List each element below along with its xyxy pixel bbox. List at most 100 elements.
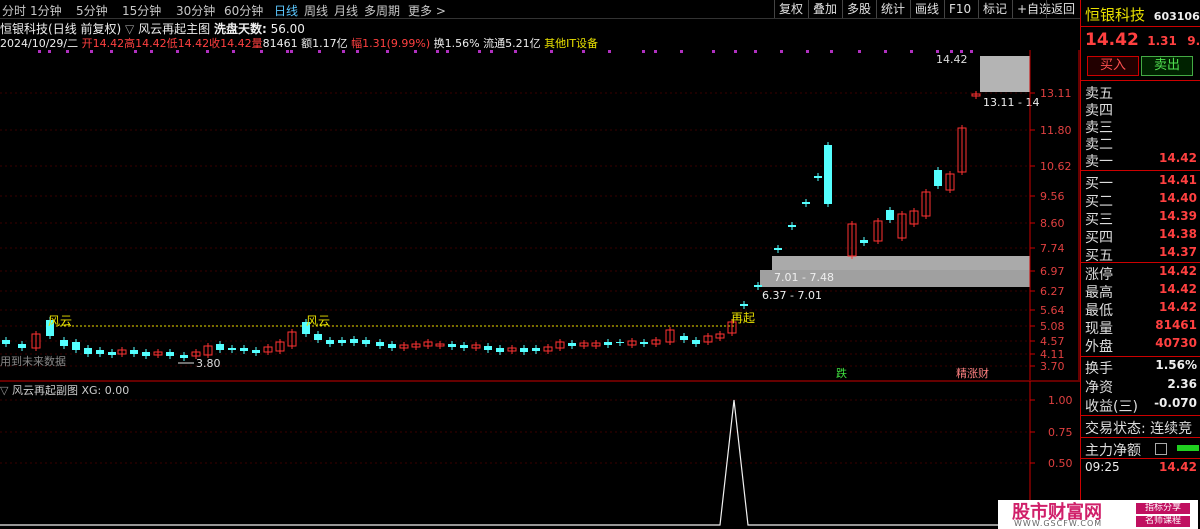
candle-down bbox=[484, 346, 492, 350]
price-change-pct: 9.99 bbox=[1187, 34, 1200, 48]
amount-label: 额 bbox=[301, 37, 313, 50]
resistance-zone-box bbox=[980, 56, 1030, 92]
stat-label: 外盘 bbox=[1085, 339, 1113, 355]
dropdown-triangle-icon[interactable]: ▽ bbox=[125, 22, 134, 36]
change-label: 幅 bbox=[351, 37, 363, 50]
signal-dot bbox=[970, 50, 973, 53]
bar-date: 2024/10/29/二 bbox=[0, 37, 79, 50]
close-label: 收 bbox=[209, 37, 221, 50]
main-indicator-name[interactable]: 风云再起主图 bbox=[138, 22, 210, 36]
watermark-banner: 股市财富网 WWW.GSCFW.COM 指标分享 名师课程 bbox=[998, 500, 1198, 529]
price-axis-label: 3.70 bbox=[1040, 360, 1065, 373]
candle-down bbox=[362, 340, 370, 344]
signal-dot bbox=[478, 50, 481, 53]
mark-button[interactable]: 标记 bbox=[978, 0, 1011, 18]
turnover-value: 1.56% bbox=[444, 37, 480, 50]
candle-down bbox=[60, 340, 68, 346]
tick-price: 14.42 bbox=[1159, 460, 1197, 474]
fund-value: 1.56% bbox=[1155, 358, 1197, 372]
stat-row: 现量 81461 bbox=[1085, 318, 1200, 337]
low-price-label: 3.80 bbox=[196, 357, 221, 370]
period-multi[interactable]: 多周期 bbox=[364, 2, 400, 19]
candle-down bbox=[692, 340, 700, 344]
buy-button[interactable]: 买入 bbox=[1087, 56, 1139, 76]
candle-down bbox=[166, 352, 174, 356]
fund-value: 2.36 bbox=[1167, 377, 1197, 391]
bid-row: 买五 14.37 bbox=[1085, 245, 1200, 264]
signal-dot bbox=[754, 50, 757, 53]
candlesticks bbox=[2, 91, 981, 361]
dropdown-triangle-icon[interactable]: ▽ bbox=[0, 384, 8, 397]
divider bbox=[1081, 356, 1200, 357]
candle-down bbox=[496, 348, 504, 352]
signal-dot bbox=[780, 50, 783, 53]
zaiqi-label: 再起 bbox=[731, 311, 755, 325]
amount-value: 1.17亿 bbox=[312, 37, 348, 50]
signal-dot bbox=[884, 50, 887, 53]
signal-dot bbox=[176, 50, 179, 53]
candle-down bbox=[180, 355, 188, 358]
chart-title-line: 恒银科技(日线 前复权) ▽ 风云再起主图 洗盘天数: 56.00 bbox=[0, 20, 305, 36]
sub-axis-label: 1.00 bbox=[1048, 394, 1073, 407]
signal-dot bbox=[38, 50, 41, 53]
candle-down bbox=[130, 350, 138, 354]
bid-row: 买三 14.39 bbox=[1085, 209, 1200, 228]
period-5min[interactable]: 5分钟 bbox=[76, 2, 108, 19]
period-more[interactable]: 更多 > bbox=[408, 2, 446, 19]
candle-down bbox=[448, 344, 456, 347]
stats-button[interactable]: 统计 bbox=[876, 0, 909, 18]
period-30min[interactable]: 30分钟 bbox=[176, 2, 215, 19]
change-value: 1.31(9.99%) bbox=[362, 37, 431, 50]
candle-down bbox=[18, 344, 26, 348]
signal-dot bbox=[734, 50, 737, 53]
overlay-button[interactable]: 叠加 bbox=[808, 0, 841, 18]
signal-dot bbox=[446, 50, 449, 53]
wash-days-label: 洗盘天数: bbox=[213, 22, 267, 36]
period-fenshi[interactable]: 分时 bbox=[2, 2, 26, 19]
bid-value: 14.38 bbox=[1159, 227, 1197, 241]
period-15min[interactable]: 15分钟 bbox=[122, 2, 161, 19]
quote-panel: 恒银科技 603106 14.42 1.31 9.99 买入 卖出 卖五卖四卖三… bbox=[1080, 0, 1200, 529]
open-value: 14.42 bbox=[92, 37, 125, 50]
signal-dot bbox=[490, 50, 493, 53]
signal-dot bbox=[654, 50, 657, 53]
candle-down bbox=[72, 342, 80, 350]
back-button[interactable]: 返回 bbox=[1046, 0, 1079, 18]
signal-dot bbox=[342, 50, 345, 53]
bid-label: 买三 bbox=[1085, 212, 1113, 228]
stat-value: 40730 bbox=[1155, 336, 1197, 350]
divider bbox=[1081, 26, 1200, 27]
price-gridlines bbox=[0, 92, 1030, 367]
stat-value: 14.42 bbox=[1159, 300, 1197, 314]
sub-chart-header: ▽ 风云再起副图 XG: 0.00 bbox=[0, 382, 129, 397]
divider bbox=[1081, 80, 1200, 81]
period-monthly[interactable]: 月线 bbox=[334, 2, 358, 19]
tick-row: 09:25 14.42 bbox=[1085, 460, 1200, 478]
price-axis-label: 4.57 bbox=[1040, 335, 1065, 348]
period-daily[interactable]: 日线 bbox=[274, 2, 298, 19]
candle-down bbox=[788, 225, 796, 227]
menu-icon[interactable] bbox=[1155, 443, 1167, 455]
sub-indicator-name[interactable]: 风云再起副图 bbox=[12, 384, 78, 397]
period-weekly[interactable]: 周线 bbox=[304, 2, 328, 19]
draw-line-button[interactable]: 画线 bbox=[910, 0, 943, 18]
zone-label-low: 6.37 - 7.01 bbox=[762, 289, 822, 302]
period-60min[interactable]: 60分钟 bbox=[224, 2, 263, 19]
stat-value: 81461 bbox=[1155, 318, 1197, 332]
price-axis-label: 13.11 bbox=[1040, 87, 1072, 100]
sell-button[interactable]: 卖出 bbox=[1141, 56, 1193, 76]
candle-down bbox=[142, 352, 150, 356]
stat-row: 最低 14.42 bbox=[1085, 300, 1200, 319]
signal-dot bbox=[90, 50, 93, 53]
kline-main-chart[interactable]: 14.42 13.11 - 14 7.01 - 7.48 6.37 - 7.01… bbox=[0, 50, 1080, 380]
candle-down bbox=[640, 342, 648, 344]
multi-stock-button[interactable]: 多股 bbox=[842, 0, 875, 18]
period-1min[interactable]: 1分钟 bbox=[30, 2, 62, 19]
signal-dot bbox=[414, 50, 417, 53]
candle-down bbox=[216, 344, 224, 350]
f10-button[interactable]: F10 bbox=[944, 0, 975, 18]
signal-dot bbox=[150, 50, 153, 53]
sector-label[interactable]: 其他IT设备 bbox=[544, 37, 598, 50]
sub-indicator-chart[interactable]: 1.00 0.75 0.50 bbox=[0, 380, 1080, 529]
fuquan-button[interactable]: 复权 bbox=[774, 0, 807, 18]
